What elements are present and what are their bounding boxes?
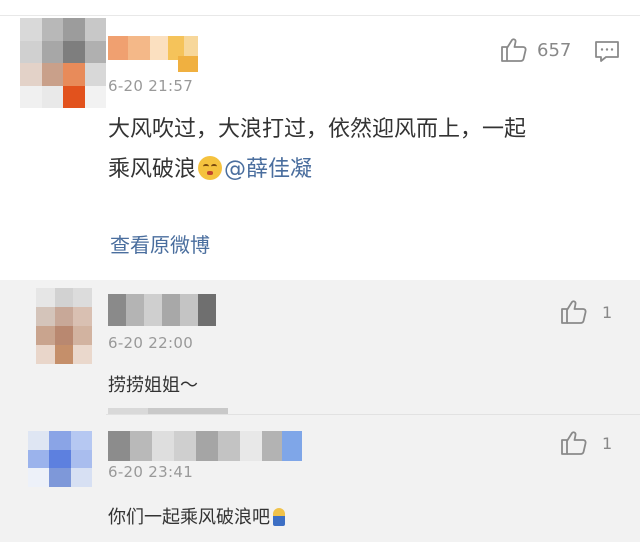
like-button[interactable]: 657 <box>500 36 571 64</box>
comment-text-line1: 大风吹过，大浪打过，依然迎风而上，一起 <box>108 117 527 142</box>
comment-text: 大风吹过，大浪打过，依然迎风而上，一起 乘风破浪 @薛佳凝 <box>108 110 628 190</box>
like-button[interactable]: 1 <box>560 298 612 326</box>
username-blurred[interactable] <box>108 431 302 461</box>
reply-item: 6-20 23:41 1 你们一起乘风破浪吧 <box>0 415 640 542</box>
like-count: 1 <box>602 302 613 322</box>
avatar[interactable] <box>28 431 92 487</box>
reply-text: 你们一起乘风破浪吧 <box>108 503 285 529</box>
comment-button[interactable] <box>594 40 620 68</box>
username-blurred-tail <box>178 56 198 72</box>
comment-text-line2: 乘风破浪 @薛佳凝 <box>108 150 628 190</box>
mention-link[interactable]: @薛佳凝 <box>224 157 312 182</box>
replies-list: 6-20 22:00 1 捞捞姐姐～ 6-20 23:41 1 你们一起乘风破浪… <box>0 280 640 542</box>
top-divider <box>0 0 640 16</box>
reply-time: 6-20 22:00 <box>108 334 194 352</box>
reply-time: 6-20 23:41 <box>108 463 194 481</box>
reply-text-body: 你们一起乘风破浪吧 <box>108 507 270 528</box>
kiss-emoji-icon <box>198 156 223 180</box>
thumbs-up-icon <box>501 38 527 62</box>
thumbs-up-icon <box>561 431 587 455</box>
avatar[interactable] <box>36 288 92 364</box>
comment-text-line2-text: 乘风破浪 <box>108 157 197 182</box>
figure-emoji-icon <box>273 508 285 526</box>
like-count: 1 <box>602 433 613 453</box>
comment-icon <box>595 41 619 62</box>
username-blurred[interactable] <box>108 294 216 326</box>
reply-text: 捞捞姐姐～ <box>108 375 198 396</box>
view-original-weibo-link[interactable]: 查看原微博 <box>110 229 210 258</box>
like-count: 657 <box>537 39 572 61</box>
like-button[interactable]: 1 <box>560 429 612 457</box>
comment-time: 6-20 21:57 <box>108 77 194 95</box>
thumbs-up-icon <box>561 300 587 324</box>
main-comment: 6-20 21:57 657 大风吹过，大浪打过，依然迎风而上，一起 乘风破浪 @… <box>0 16 640 280</box>
reply-item: 6-20 22:00 1 捞捞姐姐～ <box>0 280 640 414</box>
avatar[interactable] <box>20 18 106 108</box>
